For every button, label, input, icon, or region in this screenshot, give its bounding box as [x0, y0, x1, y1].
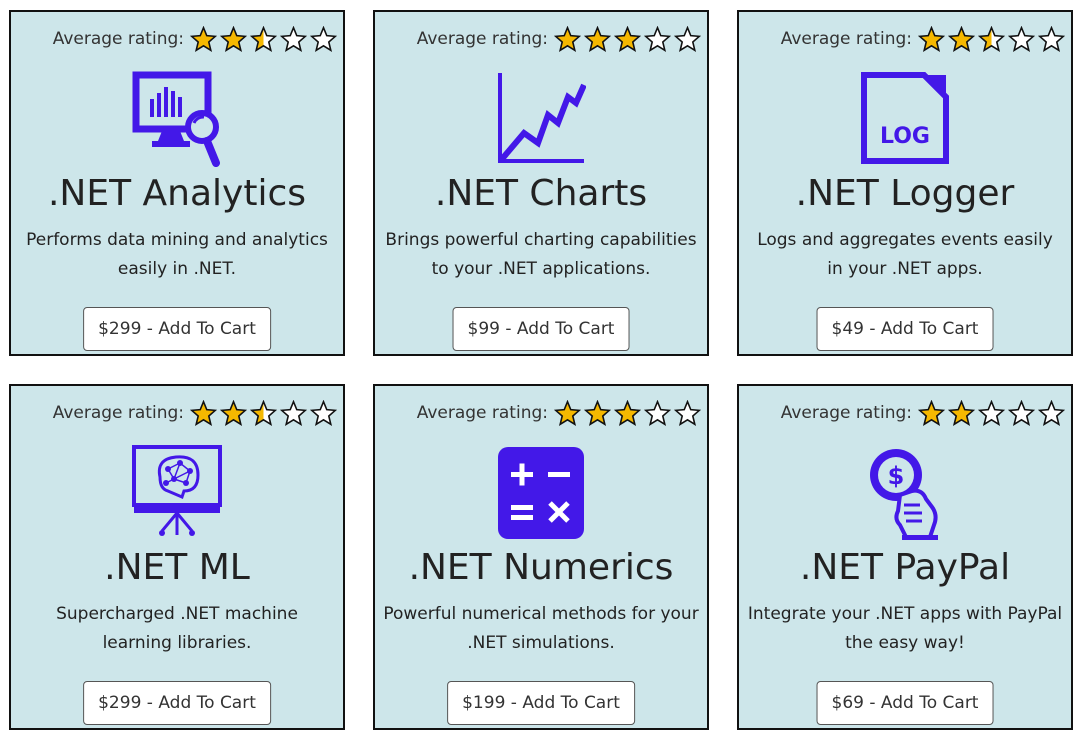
star-rating: [915, 25, 1065, 53]
product-card-ml: Average rating: .NET ML Supercharged .NE…: [9, 384, 345, 730]
product-description: Brings powerful charting capabilities to…: [385, 230, 697, 279]
star-rating: [551, 399, 701, 427]
product-name: .NET Charts: [434, 173, 648, 214]
star-empty-icon: [310, 399, 337, 426]
line-chart-icon: [496, 71, 586, 167]
product-description: Performs data mining and analytics easil…: [26, 230, 328, 279]
money-hand-icon: $: [860, 445, 950, 541]
star-full-icon: [614, 399, 641, 426]
product-description: Integrate your .NET apps with PayPal the…: [747, 604, 1063, 653]
star-full-icon: [584, 399, 611, 426]
product-name: .NET ML: [104, 547, 250, 588]
calculator-icon: [496, 445, 586, 541]
product-name: .NET Analytics: [47, 173, 307, 214]
star-full-icon: [614, 25, 641, 52]
star-empty-icon: [280, 25, 307, 52]
rating-row: Average rating:: [375, 25, 707, 53]
star-rating: [915, 399, 1065, 427]
star-rating: [187, 399, 337, 427]
product-grid: Average rating: .NET Analytics Performs …: [0, 0, 1087, 746]
add-to-cart-button[interactable]: $299 - Add To Cart: [83, 307, 271, 351]
analytics-monitor-magnifier-icon: [132, 71, 222, 167]
star-empty-icon: [1008, 399, 1035, 426]
product-icon-container: [375, 444, 707, 542]
product-name: .NET PayPal: [799, 547, 1011, 588]
rating-row: Average rating:: [375, 399, 707, 427]
star-full-icon: [220, 25, 247, 52]
product-description: Logs and aggregates events easily in you…: [757, 230, 1053, 279]
star-empty-icon: [1008, 25, 1035, 52]
product-card-numerics: Average rating: .NET Numerics Powerful n…: [373, 384, 709, 730]
machine-learning-brain-icon: [132, 445, 222, 541]
rating-label: Average rating:: [416, 403, 548, 423]
svg-text:$: $: [888, 462, 905, 490]
star-full-icon: [948, 399, 975, 426]
star-empty-icon: [280, 399, 307, 426]
star-full-icon: [918, 399, 945, 426]
star-rating: [187, 25, 337, 53]
star-full-icon: [554, 399, 581, 426]
product-description: Powerful numerical methods for your .NET…: [383, 604, 699, 653]
star-full-icon: [190, 399, 217, 426]
product-name: .NET Numerics: [408, 547, 674, 588]
product-card-analytics: Average rating: .NET Analytics Performs …: [9, 10, 345, 356]
star-empty-icon: [674, 25, 701, 52]
rating-row: Average rating:: [739, 399, 1071, 427]
star-half-icon: [250, 399, 277, 426]
star-empty-icon: [1038, 25, 1065, 52]
star-full-icon: [584, 25, 611, 52]
product-icon-container: $: [739, 444, 1071, 542]
product-icon-container: [11, 444, 343, 542]
add-to-cart-button[interactable]: $199 - Add To Cart: [447, 681, 635, 725]
product-card-logger: Average rating: LOG .NET Logger Logs and…: [737, 10, 1073, 356]
star-empty-icon: [1038, 399, 1065, 426]
star-full-icon: [220, 399, 247, 426]
star-rating: [551, 25, 701, 53]
product-card-charts: Average rating: .NET Charts Brings power…: [373, 10, 709, 356]
rating-label: Average rating:: [780, 403, 912, 423]
product-icon-container: LOG: [739, 70, 1071, 168]
star-empty-icon: [310, 25, 337, 52]
star-full-icon: [918, 25, 945, 52]
star-half-icon: [250, 25, 277, 52]
star-full-icon: [948, 25, 975, 52]
rating-label: Average rating:: [416, 29, 548, 49]
star-empty-icon: [978, 399, 1005, 426]
star-full-icon: [190, 25, 217, 52]
star-empty-icon: [644, 25, 671, 52]
star-full-icon: [554, 25, 581, 52]
rating-row: Average rating:: [11, 25, 343, 53]
log-icon-text: LOG: [880, 124, 930, 149]
rating-row: Average rating:: [11, 399, 343, 427]
star-empty-icon: [674, 399, 701, 426]
rating-label: Average rating:: [780, 29, 912, 49]
add-to-cart-button[interactable]: $99 - Add To Cart: [452, 307, 630, 351]
star-half-icon: [978, 25, 1005, 52]
product-name: .NET Logger: [795, 173, 1015, 214]
log-file-icon: LOG: [860, 71, 950, 167]
product-icon-container: [11, 70, 343, 168]
rating-row: Average rating:: [739, 25, 1071, 53]
rating-label: Average rating:: [52, 29, 184, 49]
add-to-cart-button[interactable]: $49 - Add To Cart: [816, 307, 994, 351]
product-description: Supercharged .NET machine learning libra…: [56, 604, 298, 653]
rating-label: Average rating:: [52, 403, 184, 423]
star-empty-icon: [644, 399, 671, 426]
add-to-cart-button[interactable]: $69 - Add To Cart: [816, 681, 994, 725]
product-card-paypal: Average rating: $ .NET PayPal Integrate …: [737, 384, 1073, 730]
add-to-cart-button[interactable]: $299 - Add To Cart: [83, 681, 271, 725]
product-icon-container: [375, 70, 707, 168]
